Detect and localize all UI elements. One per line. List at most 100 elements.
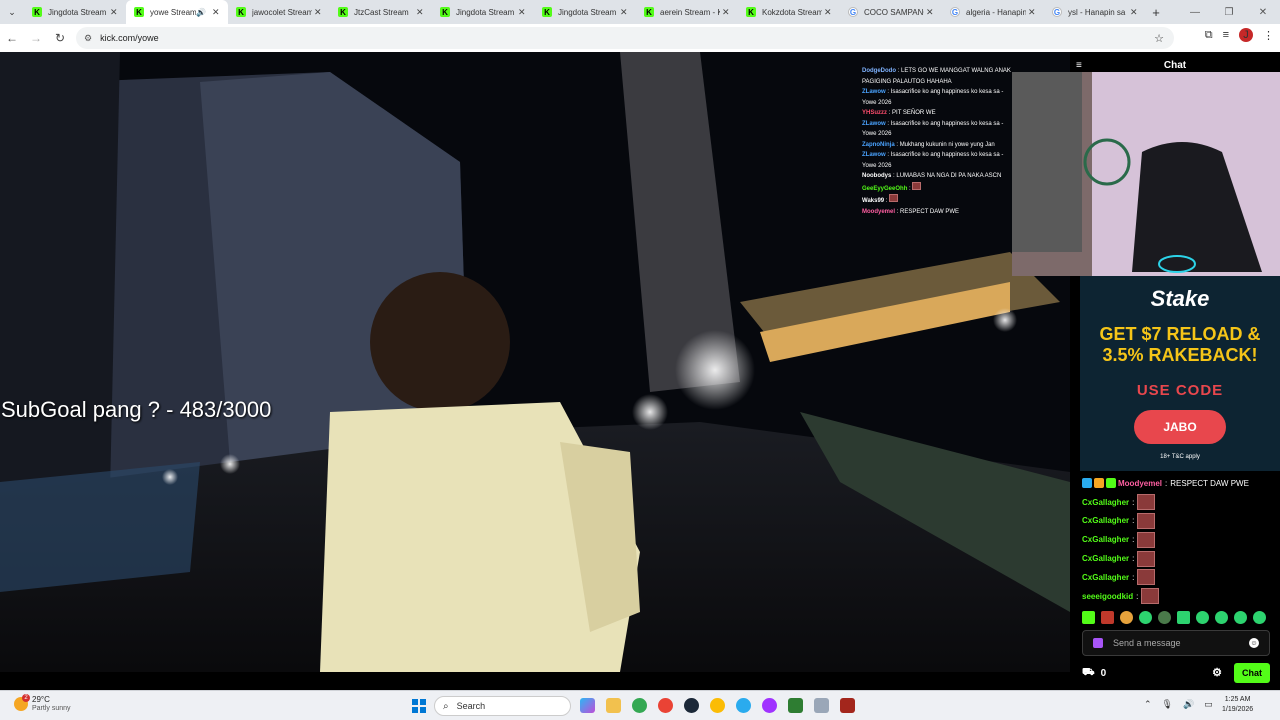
- overlay-chat-user: ZapnoNinja: [862, 141, 895, 148]
- taskbar-search[interactable]: ⌕ Search: [434, 696, 571, 716]
- browser-tab[interactable]: Kyowe Stream 🔊 ✕: [126, 0, 228, 24]
- close-tab-icon[interactable]: ✕: [1130, 7, 1140, 18]
- emote-icon[interactable]: [1101, 611, 1114, 624]
- reading-list-icon[interactable]: ≡: [1223, 29, 1229, 41]
- chat-input[interactable]: Send a message ☺: [1082, 630, 1270, 656]
- browser-tab[interactable]: K JtzCast Stream ✕: [330, 0, 432, 24]
- close-tab-icon[interactable]: ✕: [416, 7, 426, 18]
- volume-icon[interactable]: 🔊: [1183, 699, 1194, 710]
- windows-taskbar: 2 29°C Partly sunny ⌕ Search ⌃ 🎙 🔊 ▭ 1:2…: [0, 690, 1280, 720]
- emote-icon[interactable]: [1196, 611, 1209, 624]
- dota-icon[interactable]: [840, 698, 855, 713]
- browser-tab[interactable]: K Kokzdota Stream ✕: [738, 0, 840, 24]
- chat-username[interactable]: CxGallagher: [1082, 516, 1129, 525]
- browser-tab[interactable]: K Jingdota Stream ✕: [534, 0, 636, 24]
- battery-icon[interactable]: ▭: [1204, 699, 1213, 710]
- back-icon[interactable]: ←: [0, 31, 24, 45]
- close-tab-icon[interactable]: ✕: [824, 7, 834, 18]
- close-tab-icon[interactable]: ✕: [620, 7, 630, 18]
- close-window-icon[interactable]: ✕: [1246, 0, 1280, 24]
- steam-icon[interactable]: [684, 698, 699, 713]
- chat-username[interactable]: Moodyemel: [1118, 479, 1162, 488]
- forward-icon[interactable]: →: [24, 31, 48, 45]
- reload-icon[interactable]: ↻: [48, 31, 72, 45]
- emote-icon[interactable]: [1234, 611, 1247, 624]
- video-player[interactable]: DodgeDodo : LETS GO WE MANGGAT WALNG ANA…: [0, 52, 1070, 672]
- browser-tab[interactable]: K Jingdota Stream ✕: [432, 0, 534, 24]
- close-tab-icon[interactable]: ✕: [518, 7, 528, 18]
- browser-tab[interactable]: K Jingdota Stream ✕: [24, 0, 126, 24]
- send-chat-button[interactable]: Chat: [1234, 663, 1270, 683]
- tab-title: algeria - Hanapin: [966, 7, 1026, 17]
- weather-widget[interactable]: 2 29°C Partly sunny: [14, 694, 71, 713]
- close-tab-icon[interactable]: ✕: [722, 7, 732, 18]
- close-tab-icon[interactable]: ✕: [110, 7, 120, 18]
- clock[interactable]: 1:25 AM 1/19/2026: [1222, 695, 1253, 715]
- emoji-icon[interactable]: ☺: [1249, 638, 1259, 648]
- chrome-alt-icon[interactable]: [710, 698, 725, 713]
- close-tab-icon[interactable]: ✕: [314, 7, 324, 18]
- extensions-icon[interactable]: ⧉: [1205, 29, 1213, 42]
- tab-search-icon[interactable]: ⌄: [0, 0, 24, 24]
- snipping-tool-icon[interactable]: [814, 698, 829, 713]
- site-info-icon[interactable]: ⚙: [84, 33, 92, 44]
- close-tab-icon[interactable]: ✕: [212, 7, 222, 18]
- kick-favicon-icon: K: [746, 7, 756, 17]
- emote-icon[interactable]: [1139, 611, 1152, 624]
- chat-username[interactable]: CxGallagher: [1082, 498, 1129, 507]
- microphone-icon[interactable]: 🎙: [1162, 699, 1173, 710]
- browser-tab[interactable]: Gysl - Hanapin sa ✕: [1044, 0, 1146, 24]
- emote-icon[interactable]: [1215, 611, 1228, 624]
- chrome-icon[interactable]: [632, 698, 647, 713]
- tab-audio-icon[interactable]: 🔊: [196, 8, 206, 17]
- promo-code-button[interactable]: JABO: [1134, 410, 1226, 444]
- chrome-profile-icon[interactable]: [658, 698, 673, 713]
- app-icon[interactable]: [788, 698, 803, 713]
- close-tab-icon[interactable]: ✕: [1028, 7, 1038, 18]
- windows-start-icon[interactable]: [412, 699, 426, 713]
- separator: :: [1136, 591, 1139, 601]
- emote-icon[interactable]: [1253, 611, 1266, 624]
- profile-avatar[interactable]: J: [1239, 28, 1253, 42]
- overlay-chat-user: ZLawow: [862, 120, 886, 127]
- chat-username[interactable]: seeeigoodkid: [1082, 592, 1133, 601]
- webcam-overlay: [1012, 72, 1280, 276]
- chat-message-list: Moodyemel: RESPECT DAW PWE CxGallagher: CxG…: [1082, 474, 1272, 606]
- gift-icon[interactable]: ⛟: [1082, 667, 1095, 680]
- file-explorer-icon[interactable]: [606, 698, 621, 713]
- emote-icon[interactable]: [1082, 611, 1095, 624]
- separator: :: [1132, 516, 1135, 526]
- overlay-chat-line: Moodyemel : RESPECT DAW PWE: [862, 207, 1012, 218]
- bookmark-star-icon[interactable]: ☆: [1154, 32, 1164, 45]
- tab-title: jawocolet Stream: [252, 7, 312, 17]
- stream-chat-overlay: DodgeDodo : LETS GO WE MANGGAT WALNG ANA…: [862, 66, 1012, 217]
- emote-icon[interactable]: [1120, 611, 1133, 624]
- emote-image: [912, 181, 922, 190]
- chat-username[interactable]: CxGallagher: [1082, 573, 1129, 582]
- messenger-icon[interactable]: [762, 698, 777, 713]
- menu-icon[interactable]: ⋮: [1263, 29, 1274, 42]
- browser-tab[interactable]: G COCO SAMPANG ✕: [840, 0, 942, 24]
- emote-picker-icon[interactable]: [1093, 638, 1103, 648]
- browser-tab[interactable]: Kjawocolet Stream ✕: [228, 0, 330, 24]
- copilot-icon[interactable]: [580, 698, 595, 713]
- tab-title: Jingdota Stream: [558, 7, 617, 17]
- new-tab-button[interactable]: +: [1146, 5, 1166, 20]
- tray-overflow-icon[interactable]: ⌃: [1144, 699, 1152, 710]
- browser-tab[interactable]: Galgeria - Hanapin ✕: [942, 0, 1044, 24]
- telegram-icon[interactable]: [736, 698, 751, 713]
- clock-time: 1:25 AM: [1224, 696, 1251, 703]
- emote-icon[interactable]: [1177, 611, 1190, 624]
- chat-username[interactable]: CxGallagher: [1082, 554, 1129, 563]
- chat-username[interactable]: CxGallagher: [1082, 535, 1129, 544]
- close-tab-icon[interactable]: ✕: [926, 7, 936, 18]
- maximize-icon[interactable]: ❐: [1212, 0, 1246, 24]
- chat-settings-icon[interactable]: ⚙: [1212, 666, 1222, 679]
- user-badge-icon: [1082, 478, 1092, 489]
- minimize-icon[interactable]: —: [1178, 0, 1212, 24]
- stake-ad-banner[interactable]: Stake GET $7 RELOAD & 3.5% RAKEBACK! USE…: [1080, 276, 1280, 471]
- tab-title: Kokzdota Stream: [762, 7, 822, 17]
- url-field[interactable]: ⚙ kick.com/yowe ☆: [76, 27, 1174, 49]
- browser-tab[interactable]: Kaerein Stream - K ✕: [636, 0, 738, 24]
- emote-icon[interactable]: [1158, 611, 1171, 624]
